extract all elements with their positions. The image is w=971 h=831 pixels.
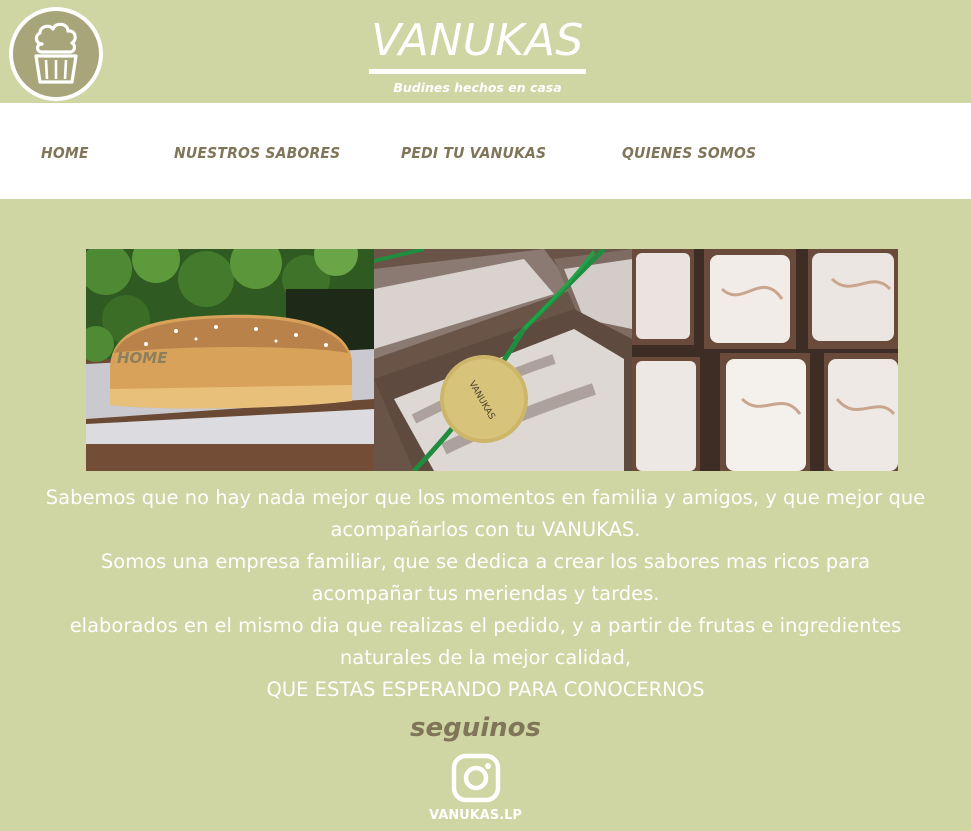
- follow-heading: seguinos: [410, 713, 541, 743]
- nav-item-pedi-tu-vanukas[interactable]: PEDI TU VANUKAS: [401, 144, 546, 162]
- brand-title[interactable]: VANUKAS: [369, 12, 586, 70]
- main-nav: HOME NUESTROS SABORES PEDI TU VANUKAS QU…: [0, 103, 971, 199]
- site-header: VANUKAS Budines hechos en casa: [0, 0, 971, 103]
- glazed-loaves-photo: [632, 249, 898, 471]
- instagram-icon: [451, 753, 501, 803]
- brand-tagline: Budines hechos en casa: [393, 80, 562, 95]
- nav-item-home[interactable]: HOME: [41, 144, 89, 162]
- intro-line: elaborados en el mismo dia que realizas …: [69, 614, 902, 669]
- gallery-overlay-label[interactable]: HOME: [117, 349, 167, 367]
- instagram-link[interactable]: [451, 753, 501, 803]
- intro-line: Sabemos que no hay nada mejor que los mo…: [45, 486, 926, 541]
- intro-text: Sabemos que no hay nada mejor que los mo…: [0, 482, 971, 706]
- cupcake-icon: [34, 22, 78, 84]
- instagram-handle[interactable]: VANUKAS.LP: [0, 808, 951, 823]
- intro-line: Somos una empresa familiar, que se dedic…: [100, 550, 871, 605]
- nav-item-quienes-somos[interactable]: QUIENES SOMOS: [622, 144, 756, 162]
- logo[interactable]: [9, 7, 103, 101]
- intro-line: QUE ESTAS ESPERANDO PARA CONOCERNOS: [266, 678, 705, 701]
- nav-item-nuestros-sabores[interactable]: NUESTROS SABORES: [174, 144, 340, 162]
- brand-underline: [369, 69, 586, 74]
- photo-gallery: VANUKAS: [86, 249, 898, 471]
- marble-loaves-photo: VANUKAS: [374, 249, 632, 471]
